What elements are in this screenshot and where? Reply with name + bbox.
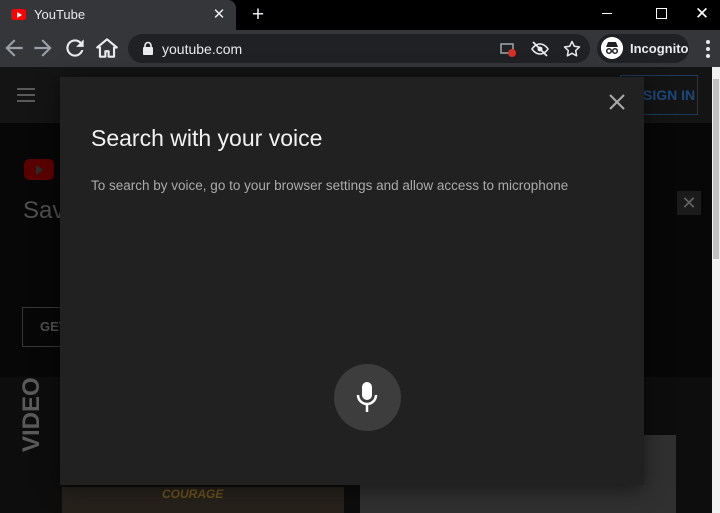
back-button[interactable] <box>1 35 27 61</box>
microphone-button[interactable] <box>334 364 401 431</box>
incognito-profile-button[interactable]: Incognito <box>597 34 689 63</box>
back-arrow-icon <box>5 39 23 57</box>
url-text: youtube.com <box>162 41 243 57</box>
forward-arrow-icon <box>34 39 52 57</box>
reload-icon <box>66 39 84 57</box>
maximize-button[interactable] <box>638 0 684 30</box>
tab-youtube[interactable]: YouTube ✕ <box>0 0 236 30</box>
eye-off-icon[interactable] <box>530 39 550 59</box>
dialog-title: Search with your voice <box>91 125 323 151</box>
page-scrollbar[interactable] <box>712 67 720 513</box>
forward-button[interactable] <box>30 35 56 61</box>
youtube-favicon-icon <box>11 9 26 20</box>
tab-title: YouTube <box>34 7 86 22</box>
scrollbar-thumb[interactable] <box>713 79 719 259</box>
bookmark-star-icon[interactable] <box>562 39 582 59</box>
window-close-button[interactable]: ✕ <box>684 0 720 30</box>
profile-label: Incognito <box>630 41 689 56</box>
new-tab-button[interactable]: + <box>246 3 270 27</box>
incognito-icon <box>601 37 623 59</box>
address-bar[interactable]: youtube.com <box>128 34 590 63</box>
minimize-button[interactable] <box>584 0 630 30</box>
browser-toolbar: youtube.com Incognito <box>0 30 720 67</box>
tab-close-icon[interactable]: ✕ <box>209 5 229 25</box>
reload-button[interactable] <box>62 35 88 61</box>
close-icon[interactable] <box>604 89 630 115</box>
lock-icon <box>143 41 153 55</box>
home-button[interactable] <box>94 35 120 61</box>
voice-search-dialog: Search with your voice To search by voic… <box>60 77 644 485</box>
maximize-icon <box>655 8 667 20</box>
tab-strip: YouTube ✕ + ✕ <box>0 0 720 30</box>
menu-kebab-icon[interactable] <box>700 38 716 60</box>
cast-blocked-icon[interactable] <box>498 39 518 59</box>
minimize-icon <box>602 13 612 15</box>
dialog-message: To search by voice, go to your browser s… <box>91 178 569 193</box>
microphone-icon <box>356 382 378 412</box>
home-icon <box>96 38 118 58</box>
